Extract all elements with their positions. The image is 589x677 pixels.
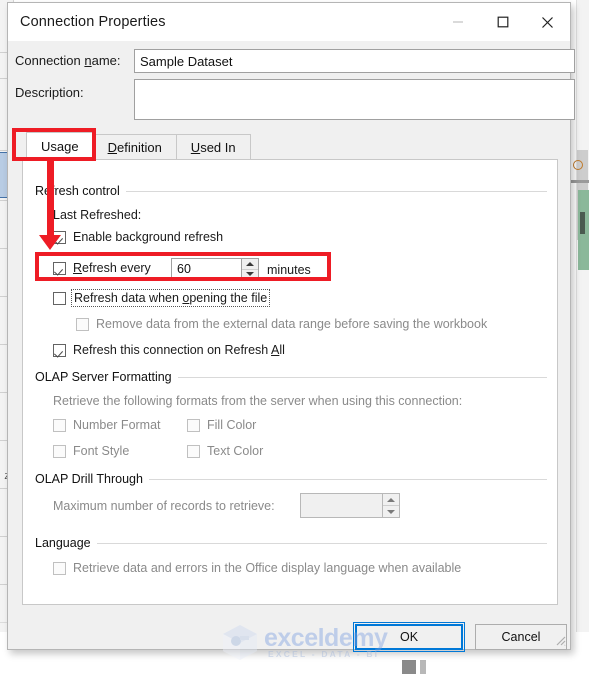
remove-data-checkbox [76,317,89,331]
office-language-label: Retrieve data and errors in the Office d… [73,561,462,575]
fill-color-row: Fill Color [187,418,256,432]
refresh-every-label: Refresh every [73,261,151,275]
tabstrip: Usage Definition Used In [26,132,251,159]
close-button[interactable] [525,3,570,41]
connection-properties-dialog: Connection Properties Connection name: S… [7,2,575,652]
font-style-checkbox [53,444,66,458]
font-style-row: Font Style [53,444,129,458]
vertical-scrollbar[interactable] [576,0,589,677]
fill-color-checkbox [187,418,200,432]
number-format-row: Number Format [53,418,161,432]
usage-tab-panel: Refresh control Last Refreshed: Enable b… [22,159,558,605]
refresh-every-row[interactable]: Refresh every [53,261,151,275]
close-icon [542,16,553,28]
background-chart-bar [580,212,585,234]
group-divider [123,191,547,192]
minimize-icon [452,21,463,23]
refresh-on-open-checkbox[interactable] [53,291,66,305]
number-format-label: Number Format [73,418,161,432]
caret-up-icon [246,261,254,266]
tab-definition-label: Definition [107,139,162,155]
language-group-title: Language [35,536,97,550]
max-records-stepper [300,493,400,518]
taskbar-tick [420,660,426,674]
group-divider [145,479,547,480]
description-label: Description: [15,85,84,100]
olap-formats-description: Retrieve the following formats from the … [53,394,463,408]
last-refreshed-label: Last Refreshed: [53,208,142,222]
remove-data-row: Remove data from the external data range… [76,317,487,331]
refresh-on-refresh-all-label: Refresh this connection on Refresh All [73,343,285,357]
max-records-spin-buttons [382,493,400,518]
refresh-on-refresh-all-row[interactable]: Refresh this connection on Refresh All [53,343,285,357]
text-color-checkbox [187,444,200,458]
enable-background-refresh-label: Enable background refresh [73,230,224,244]
office-language-checkbox [53,561,66,575]
font-style-label: Font Style [73,444,130,458]
olap-drill-through-group-title: OLAP Drill Through [35,472,149,486]
number-format-checkbox [53,418,66,432]
olap-server-formatting-group-title: OLAP Server Formatting [35,370,178,384]
enable-background-refresh-row[interactable]: Enable background refresh [53,230,223,244]
group-divider [163,377,547,378]
refresh-on-open-label: Refresh data when opening the file [70,289,271,307]
refresh-control-group-title: Refresh control [35,184,126,198]
dialog-title: Connection Properties [20,14,166,30]
text-color-label: Text Color [207,444,264,458]
connection-name-label: Connection name: [15,53,121,68]
enable-background-refresh-checkbox[interactable] [53,230,66,244]
spin-down-button [383,506,399,517]
resize-grip-icon[interactable] [553,633,566,646]
tab-usage-label: Usage [41,138,79,154]
ok-button[interactable]: OK [353,622,465,652]
maximize-icon [497,16,508,28]
refresh-interval-spin-buttons[interactable] [241,258,259,280]
dialog-titlebar[interactable]: Connection Properties [8,3,570,41]
caret-down-icon [246,272,254,277]
background-circle-icon [573,160,583,170]
spin-up-button[interactable] [242,259,258,270]
tab-definition[interactable]: Definition [92,134,177,159]
window-controls [435,3,570,41]
refresh-on-refresh-all-checkbox[interactable] [53,343,66,357]
spin-up-button [383,494,399,506]
caret-down-icon [387,509,395,514]
caret-up-icon [387,497,395,502]
refresh-every-checkbox[interactable] [53,261,66,275]
office-language-row: Retrieve data and errors in the Office d… [53,561,461,575]
spin-down-button[interactable] [242,270,258,280]
refresh-interval-input[interactable]: 60 [171,258,241,280]
max-records-input [300,493,382,518]
text-color-row: Text Color [187,444,263,458]
fill-color-label: Fill Color [207,418,257,432]
tab-used-in[interactable]: Used In [175,134,251,159]
group-divider [91,543,547,544]
background-divider [570,180,589,183]
taskbar-tick [402,660,416,674]
refresh-interval-stepper[interactable]: 60 [171,258,259,280]
minimize-button[interactable] [435,3,480,41]
max-records-label: Maximum number of records to retrieve: [53,499,275,513]
connection-name-input[interactable] [134,49,575,73]
remove-data-label: Remove data from the external data range… [96,317,488,331]
tab-used-in-label: Used In [190,139,236,155]
description-input[interactable] [134,79,575,120]
refresh-on-open-row[interactable]: Refresh data when opening the file [53,289,271,307]
refresh-interval-unit-label: minutes [267,263,311,277]
maximize-button[interactable] [480,3,525,41]
tab-usage[interactable]: Usage [26,132,94,159]
